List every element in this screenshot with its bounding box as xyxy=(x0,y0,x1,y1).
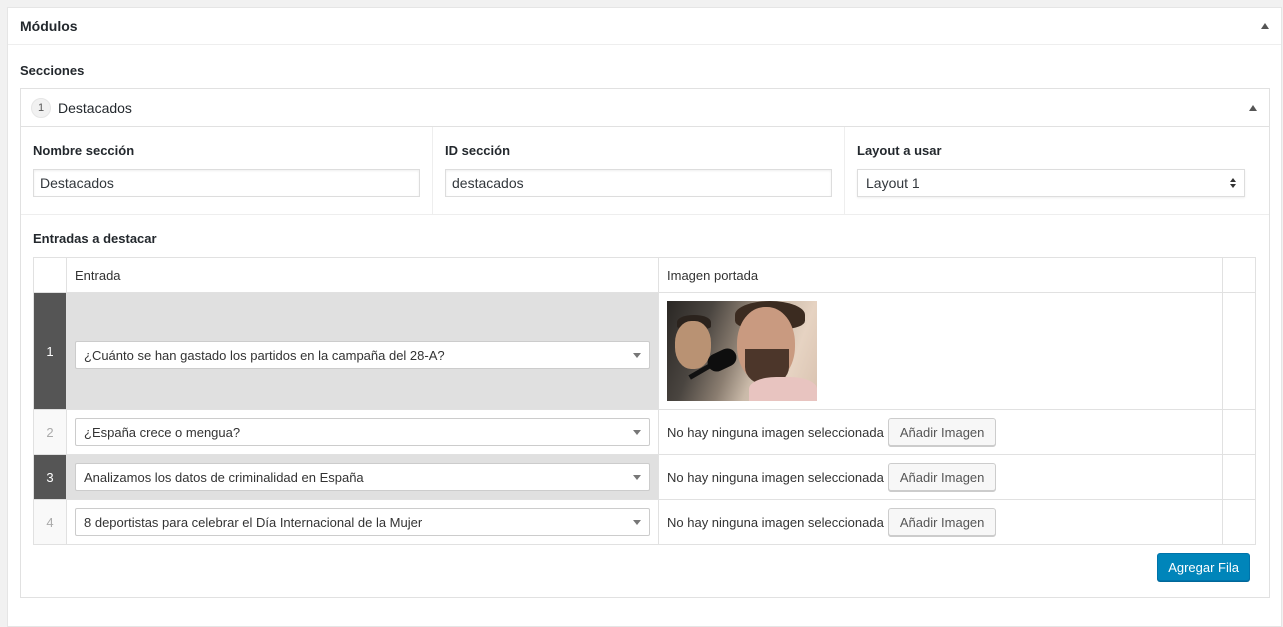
chevron-down-icon xyxy=(633,429,641,435)
entrada-select[interactable]: ¿España crece o mengua? xyxy=(75,418,650,446)
chevron-down-icon xyxy=(633,352,641,358)
entrada-select[interactable]: Analizamos los datos de criminalidad en … xyxy=(75,463,650,491)
add-row-button[interactable]: Agregar Fila xyxy=(1157,553,1250,581)
section-fields: Nombre sección Destacados ID sección des… xyxy=(21,127,1269,215)
row-order-handle[interactable]: 2 xyxy=(33,409,67,455)
entrada-select-value: Analizamos los datos de criminalidad en … xyxy=(84,469,364,485)
layout-collapse-arrow-icon[interactable] xyxy=(1249,104,1257,111)
entrada-cell: 8 deportistas para celebrar el Día Inter… xyxy=(66,499,659,545)
add-image-button[interactable]: Añadir Imagen xyxy=(887,508,997,536)
imagen-cell: No hay ninguna imagen seleccionada Añadi… xyxy=(658,499,1223,545)
panel-title: Módulos xyxy=(20,18,78,34)
entradas-label: Entradas a destacar xyxy=(33,231,157,246)
entrada-header: Entrada xyxy=(66,257,659,293)
entrada-select[interactable]: ¿Cuánto se han gastado los partidos en l… xyxy=(75,341,650,369)
entrada-cell: ¿Cuánto se han gastado los partidos en l… xyxy=(66,292,659,410)
modulos-panel: Módulos Secciones 1 Destacados Nombre se… xyxy=(7,7,1282,627)
layout-select[interactable]: Layout 1 xyxy=(857,169,1245,197)
layout-usar-label: Layout a usar xyxy=(857,143,942,158)
actions-header xyxy=(1222,257,1256,293)
entradas-table: Entrada Imagen portada 1 ¿Cuánto se han … xyxy=(33,257,1256,545)
chevron-down-icon xyxy=(633,474,641,480)
id-seccion-field: ID sección destacados xyxy=(433,127,845,214)
row-actions-cell[interactable] xyxy=(1222,499,1256,545)
order-header xyxy=(33,257,67,293)
imagen-cell: No hay ninguna imagen seleccionada Añadi… xyxy=(658,409,1223,455)
table-row: 4 8 deportistas para celebrar el Día Int… xyxy=(33,499,1256,545)
row-actions-cell[interactable] xyxy=(1222,292,1256,410)
imagen-cell: No hay ninguna imagen seleccionada Añadi… xyxy=(658,454,1223,500)
imagen-header: Imagen portada xyxy=(658,257,1223,293)
layout-handle[interactable]: 1 Destacados xyxy=(21,89,1269,127)
add-image-button[interactable]: Añadir Imagen xyxy=(887,463,997,491)
layout-usar-field: Layout a usar Layout 1 xyxy=(845,127,1257,214)
entrada-cell: Analizamos los datos de criminalidad en … xyxy=(66,454,659,500)
chevron-down-icon xyxy=(633,519,641,525)
add-image-button[interactable]: Añadir Imagen xyxy=(887,418,997,446)
entrada-select-value: 8 deportistas para celebrar el Día Inter… xyxy=(84,514,423,530)
select-updown-icon xyxy=(1230,178,1236,188)
nombre-seccion-label: Nombre sección xyxy=(33,143,135,158)
row-order-handle[interactable]: 1 xyxy=(33,292,67,410)
layout-order-badge: 1 xyxy=(31,97,51,118)
entrada-select-value: ¿Cuánto se han gastado los partidos en l… xyxy=(84,347,445,363)
cover-image[interactable] xyxy=(667,301,817,401)
table-row: 3 Analizamos los datos de criminalidad e… xyxy=(33,454,1256,500)
collapse-arrow-icon[interactable] xyxy=(1261,23,1269,29)
row-order-handle[interactable]: 3 xyxy=(33,454,67,500)
table-row: 2 ¿España crece o mengua? No hay ninguna… xyxy=(33,409,1256,455)
secciones-label: Secciones xyxy=(20,63,85,78)
entrada-select[interactable]: 8 deportistas para celebrar el Día Inter… xyxy=(75,508,650,536)
layout-title: Destacados xyxy=(58,99,132,116)
no-image-text: No hay ninguna imagen seleccionada xyxy=(667,424,884,440)
nombre-seccion-input[interactable]: Destacados xyxy=(33,169,420,197)
imagen-cell xyxy=(658,292,1223,410)
row-order-handle[interactable]: 4 xyxy=(33,499,67,545)
entrada-cell: ¿España crece o mengua? xyxy=(66,409,659,455)
table-row: 1 ¿Cuánto se han gastado los partidos en… xyxy=(33,292,1256,410)
nombre-seccion-field: Nombre sección Destacados xyxy=(21,127,433,214)
panel-header[interactable]: Módulos xyxy=(8,8,1281,45)
id-seccion-label: ID sección xyxy=(445,143,511,158)
row-actions-cell[interactable] xyxy=(1222,454,1256,500)
no-image-text: No hay ninguna imagen seleccionada xyxy=(667,469,884,485)
no-image-text: No hay ninguna imagen seleccionada xyxy=(667,514,884,530)
id-seccion-input[interactable]: destacados xyxy=(445,169,832,197)
layout-destacados: 1 Destacados Nombre sección Destacados I… xyxy=(20,88,1270,598)
row-actions-cell[interactable] xyxy=(1222,409,1256,455)
layout-select-value: Layout 1 xyxy=(866,175,920,191)
entrada-select-value: ¿España crece o mengua? xyxy=(84,424,241,440)
